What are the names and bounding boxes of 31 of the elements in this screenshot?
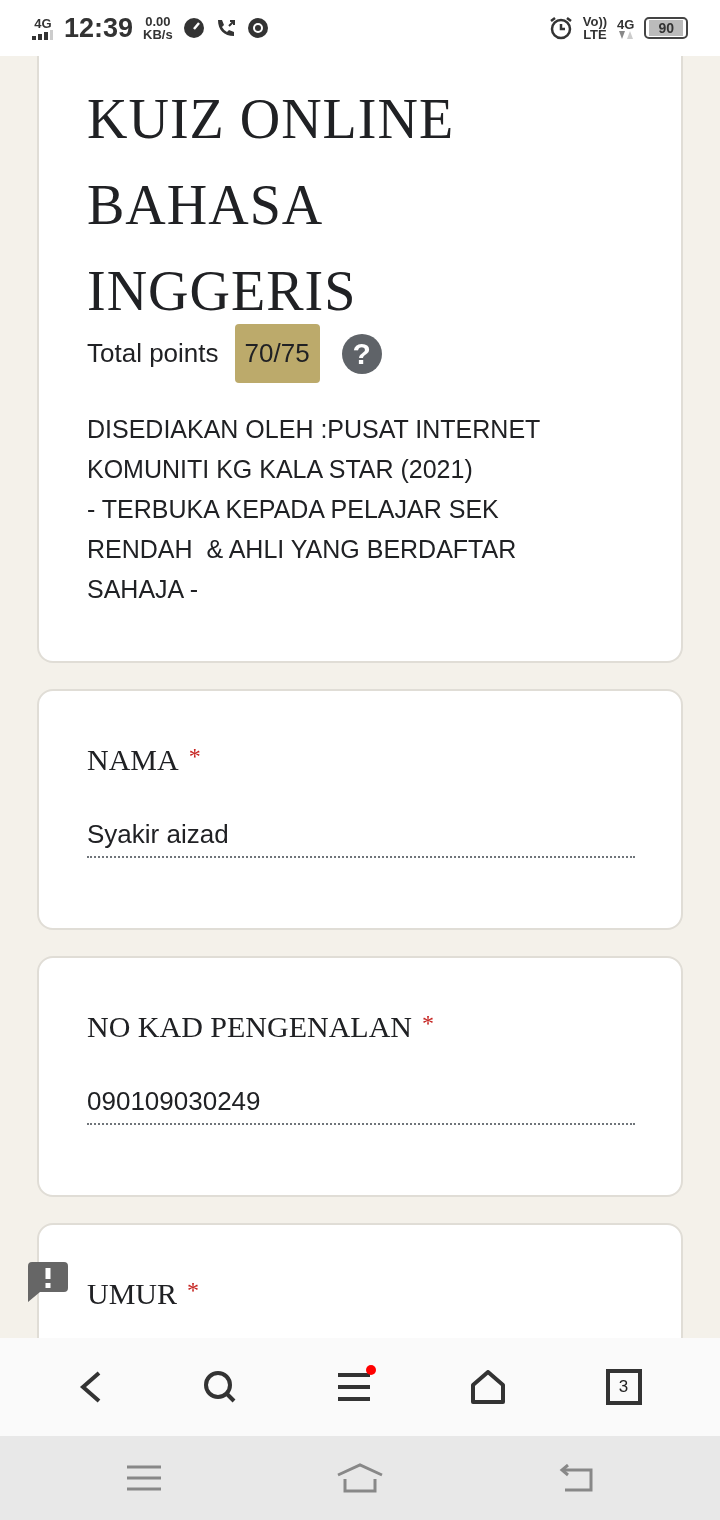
feedback-icon[interactable] (28, 1262, 68, 1302)
speed-unit: KB/s (143, 28, 173, 41)
clock: 12:39 (64, 12, 134, 44)
help-icon[interactable]: ? (341, 333, 382, 374)
input-field[interactable]: Syakir aizad (87, 813, 635, 858)
data-arrows-icon (618, 30, 633, 39)
search-icon[interactable] (203, 1370, 238, 1404)
question-label: NAMA (87, 743, 179, 777)
tab-count[interactable]: 3 (605, 1369, 642, 1405)
score-badge: 70/75 (234, 324, 320, 383)
lte-label: LTE (583, 28, 607, 41)
required-mark: * (187, 1277, 199, 1304)
speedometer-icon (182, 17, 205, 39)
form-description: DISEDIAKAN OLEH :PUSAT INTERNET KOMUNITI KG KALA STAR (2021) - TERBUKA KEPADA PELAJAR SEK RENDAH & AHLI YANG BERDAFTAR SAHAJA - (87, 414, 541, 605)
battery-level: 90 (649, 20, 683, 36)
speed-value: 0.00 (145, 15, 171, 28)
required-mark: * (188, 743, 201, 770)
back-icon[interactable] (78, 1370, 103, 1404)
points-label: Total points (87, 338, 219, 369)
volte-label: Vo)) (582, 15, 608, 28)
alarm-icon (548, 16, 573, 40)
menu-icon[interactable] (338, 1371, 370, 1403)
question-label: UMUR (87, 1277, 177, 1311)
form-title: KUIZ ONLINE BAHASA INGGERIS (87, 87, 456, 324)
network-label: 4G (34, 16, 52, 30)
question-label: NO KAD PENGENALAN (87, 1010, 412, 1044)
required-mark: * (422, 1010, 434, 1037)
data-network-label: 4G (617, 17, 635, 31)
home-icon[interactable] (470, 1370, 505, 1404)
signal-icon (32, 29, 54, 40)
input-field[interactable]: 090109030249 (87, 1080, 635, 1125)
